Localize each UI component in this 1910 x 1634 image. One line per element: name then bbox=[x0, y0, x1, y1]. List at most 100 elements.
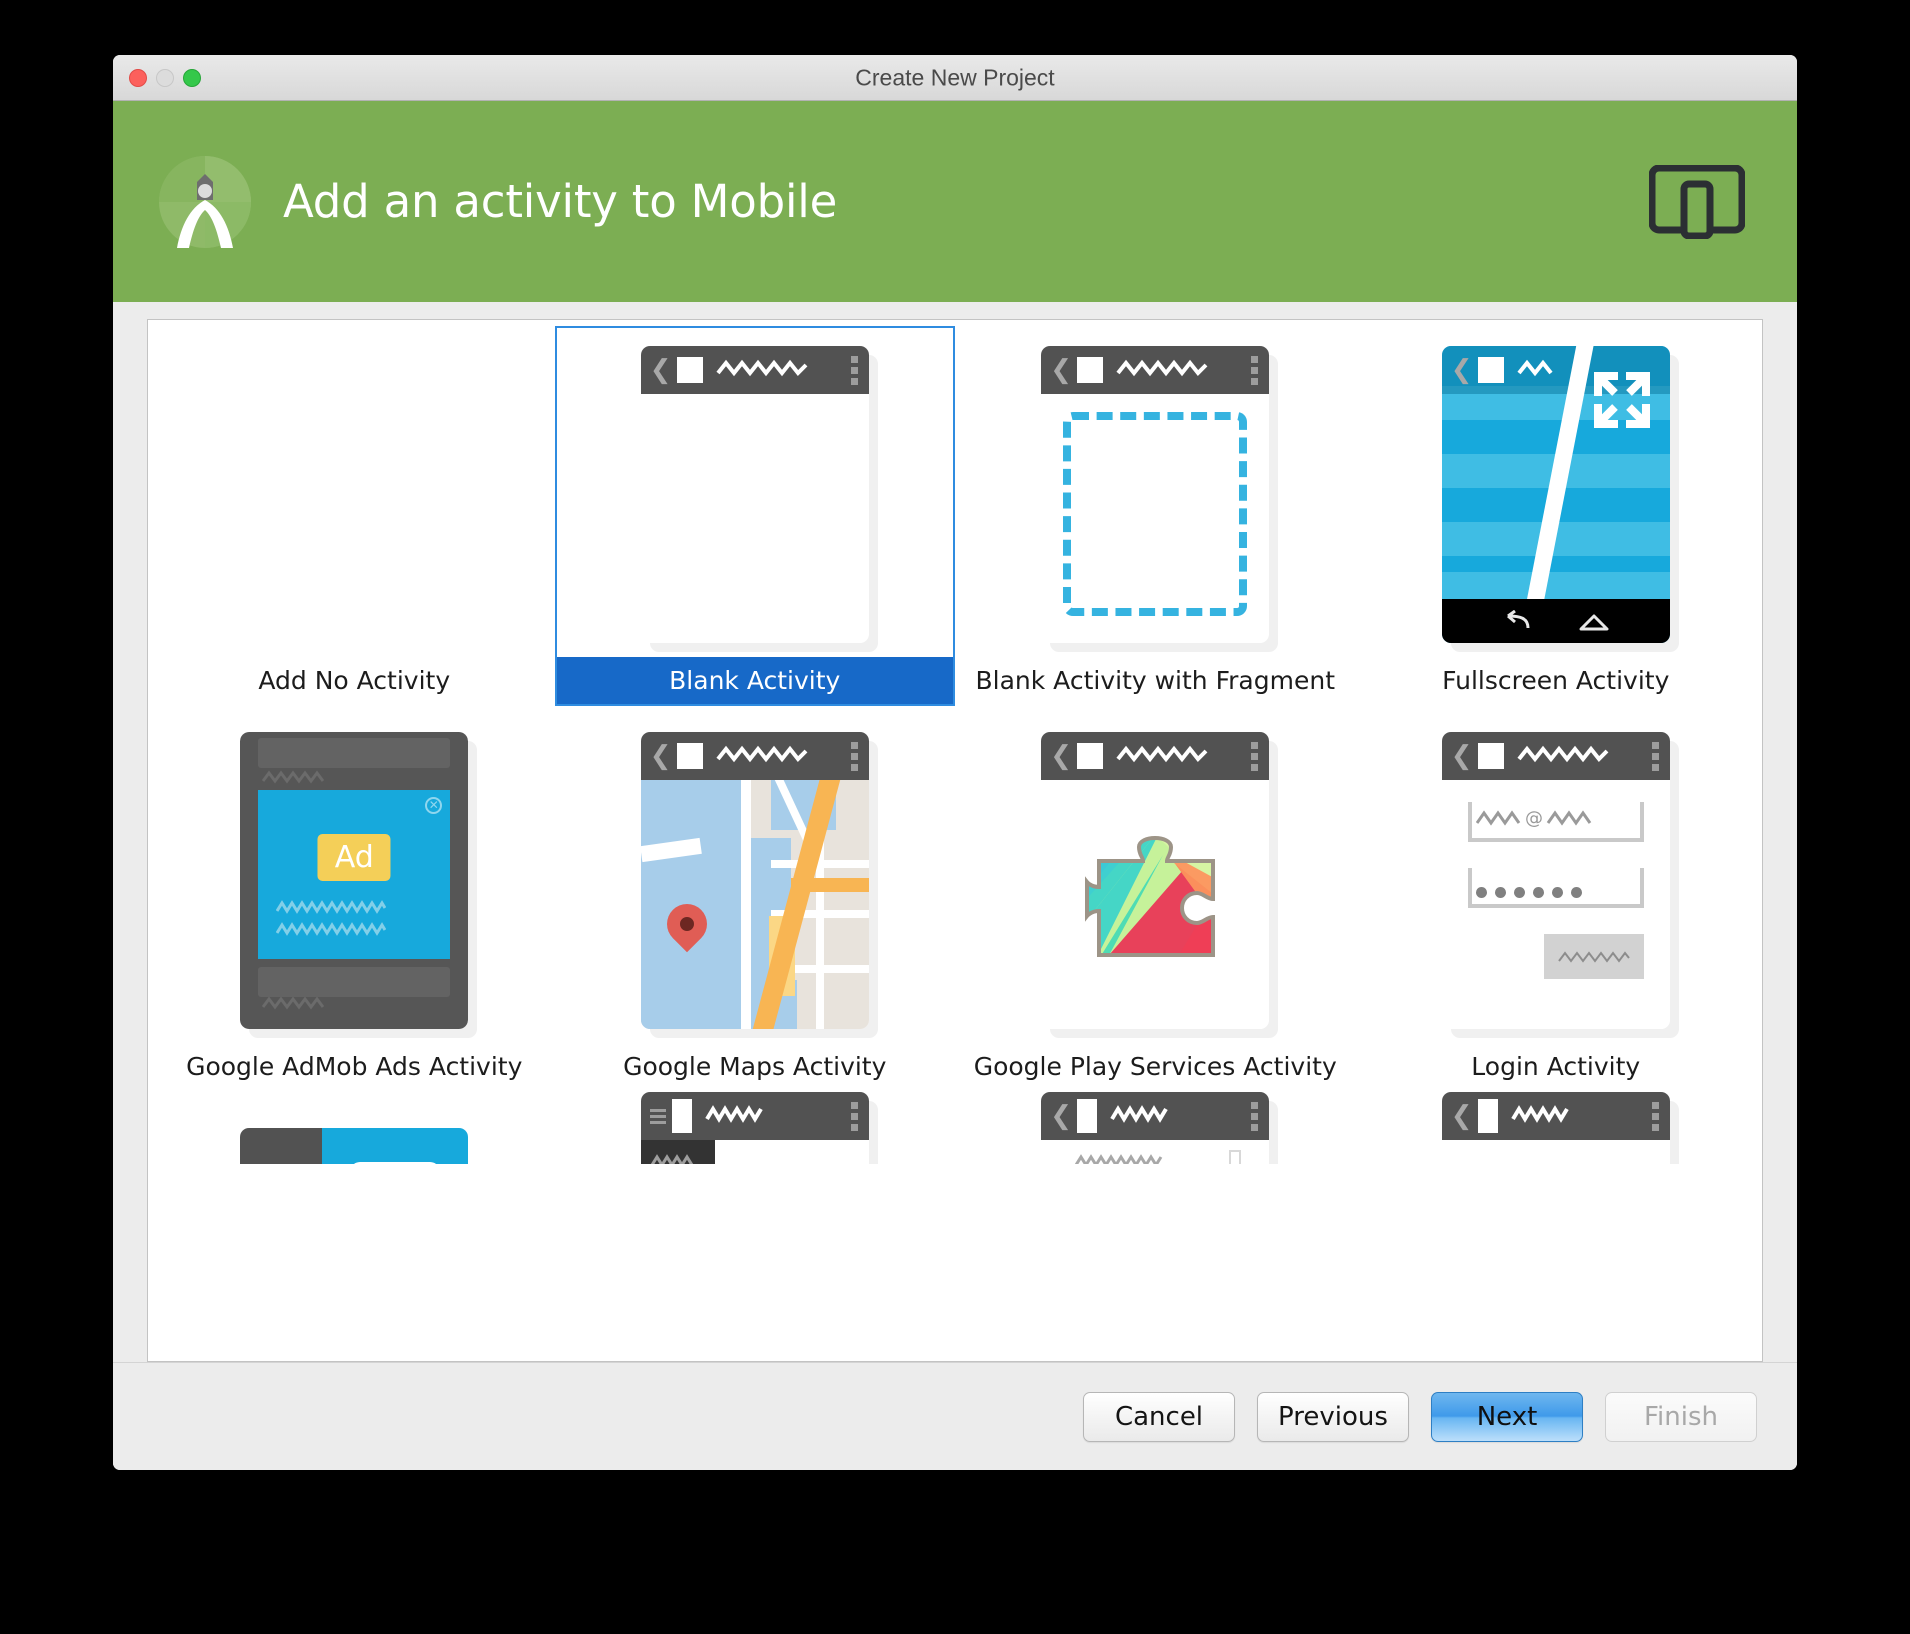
back-chevron-icon: ❮ bbox=[1050, 1101, 1073, 1131]
zigzag-icon bbox=[1075, 1154, 1163, 1164]
activity-tile-blank-activity-with-fragment[interactable]: ❮ Blank Activity with Fragment bbox=[955, 326, 1356, 706]
activity-tile-fullscreen-activity[interactable]: ❮ Fullscreen Activity bbox=[1356, 326, 1757, 706]
login-form-preview: @ bbox=[1441, 780, 1670, 1029]
email-placeholder-icon: @ bbox=[1475, 808, 1598, 832]
phone-screen: ❮ bbox=[1041, 346, 1270, 643]
previous-button[interactable]: Previous bbox=[1257, 1391, 1409, 1442]
app-icon-placeholder bbox=[1077, 743, 1104, 769]
wizard-body: Add No Activity ❮ Blank Activity ❮ Blank… bbox=[113, 302, 1797, 1362]
overflow-menu-icon bbox=[1251, 1101, 1259, 1131]
activity-template-gallery[interactable]: Add No Activity ❮ Blank Activity ❮ Blank… bbox=[147, 319, 1763, 1362]
app-bar: ❮ bbox=[640, 732, 869, 780]
overflow-menu-icon bbox=[1251, 741, 1259, 771]
thumb-blank-activity: ❮ bbox=[555, 332, 956, 657]
ad-interstitial: ✕ Ad bbox=[258, 790, 451, 959]
overflow-menu-icon bbox=[1651, 1101, 1659, 1131]
app-icon-placeholder bbox=[1077, 357, 1104, 383]
activity-tile-tabbed-activity[interactable]: ❮ bbox=[1356, 1092, 1757, 1164]
activity-tile-label: Blank Activity with Fragment bbox=[975, 666, 1336, 695]
activity-tile-label: Add No Activity bbox=[258, 666, 451, 695]
activity-tile-google-play-services-activity[interactable]: ❮ Google Play Services Activity bbox=[955, 712, 1356, 1092]
app-bar: ❮ bbox=[1441, 1092, 1670, 1140]
activity-grid-row-3-partial: ❮ ❮ bbox=[148, 1092, 1762, 1164]
password-field[interactable] bbox=[1467, 868, 1644, 908]
phone-screen: ❮ bbox=[640, 732, 869, 1029]
fragment-placeholder-outline bbox=[1063, 412, 1248, 616]
back-arrow-icon bbox=[1506, 610, 1530, 629]
activity-tile-blank-activity[interactable]: ❮ Blank Activity bbox=[554, 326, 956, 706]
thumb-admob: ✕ Ad bbox=[154, 718, 555, 1043]
thumb-play-services: ❮ bbox=[955, 718, 1356, 1043]
activity-tile-add-no-activity[interactable]: Add No Activity bbox=[154, 326, 555, 706]
back-chevron-icon: ❮ bbox=[1450, 355, 1473, 385]
window-titlebar[interactable]: Create New Project bbox=[113, 55, 1797, 101]
thumb-maps: ❮ bbox=[555, 718, 956, 1043]
checkbox-icon[interactable] bbox=[1229, 1150, 1242, 1164]
app-icon-placeholder bbox=[1477, 743, 1504, 769]
zigzag-icon bbox=[275, 900, 387, 919]
back-chevron-icon: ❮ bbox=[1050, 741, 1073, 771]
back-chevron-icon: ❮ bbox=[1450, 741, 1473, 771]
password-dots bbox=[1475, 887, 1582, 898]
title-zigzag-icon bbox=[705, 1104, 765, 1128]
phone-preview: ✕ Ad bbox=[240, 732, 478, 1038]
navigation-bar bbox=[1441, 599, 1670, 643]
app-icon-placeholder bbox=[1477, 1099, 1498, 1133]
activity-tile-label: Google Maps Activity bbox=[623, 1052, 887, 1081]
activity-tile-google-admob-ads-activity[interactable]: ✕ Ad Google AdMob Ads Activity bbox=[154, 712, 555, 1092]
activity-grid-row-1: Add No Activity ❮ Blank Activity ❮ Blank… bbox=[148, 320, 1762, 706]
phone-screen: ✕ Ad bbox=[240, 732, 469, 1029]
title-zigzag-icon bbox=[1116, 745, 1208, 768]
back-chevron-icon: ❮ bbox=[649, 355, 672, 385]
phone-screen: ❮ bbox=[640, 346, 869, 643]
map-preview bbox=[640, 780, 869, 1029]
app-icon-placeholder bbox=[1477, 357, 1504, 383]
app-bar: ❮ bbox=[1041, 346, 1270, 394]
close-ad-icon[interactable]: ✕ bbox=[425, 797, 443, 814]
activity-tile-settings-activity[interactable]: ❮ bbox=[955, 1092, 1356, 1164]
svg-text:@: @ bbox=[1525, 809, 1543, 827]
dimmed-bottom-bar bbox=[258, 967, 451, 997]
activity-tile-master-detail-flow[interactable] bbox=[154, 1092, 555, 1164]
activity-tile-label: Google AdMob Ads Activity bbox=[186, 1052, 523, 1081]
overflow-menu-icon bbox=[850, 355, 858, 385]
wizard-button-bar: Cancel Previous Next Finish bbox=[113, 1362, 1797, 1470]
title-zigzag-icon bbox=[715, 745, 808, 768]
activity-tile-label: Fullscreen Activity bbox=[1442, 666, 1670, 695]
overflow-menu-icon bbox=[1251, 355, 1259, 385]
activity-tile-login-activity[interactable]: ❮ @ Login Activity bbox=[1356, 712, 1757, 1092]
zigzag-icon bbox=[275, 922, 387, 941]
window-title: Create New Project bbox=[855, 64, 1055, 90]
activity-tile-navigation-drawer-activity[interactable] bbox=[555, 1092, 956, 1164]
activity-tile-label: Google Play Services Activity bbox=[973, 1052, 1337, 1081]
title-zigzag-icon bbox=[1116, 359, 1208, 382]
phone-screen: ❮ bbox=[1041, 732, 1270, 1029]
app-icon-placeholder bbox=[676, 357, 703, 383]
play-services-puzzle-icon bbox=[1041, 780, 1270, 1029]
phone-screen: ❮ bbox=[1441, 732, 1670, 1029]
title-zigzag-icon bbox=[1110, 1104, 1170, 1128]
overflow-menu-icon bbox=[1651, 741, 1659, 771]
mobile-and-tablet-icon bbox=[1648, 164, 1746, 239]
home-icon bbox=[1579, 614, 1609, 631]
phone-preview: ❮ bbox=[1041, 732, 1279, 1038]
activity-grid-row-2: ✕ Ad Google AdMob Ads Activity ❮ Google … bbox=[148, 706, 1762, 1092]
title-zigzag-icon bbox=[715, 359, 808, 382]
title-zigzag-icon bbox=[1516, 359, 1557, 382]
title-zigzag-icon bbox=[1516, 745, 1609, 768]
zigzag-icon bbox=[262, 996, 325, 1015]
hamburger-menu-icon bbox=[649, 1108, 666, 1124]
phone-preview: ❮ bbox=[1441, 346, 1679, 652]
activity-tile-label: Login Activity bbox=[1471, 1052, 1641, 1081]
email-field[interactable]: @ bbox=[1467, 802, 1644, 842]
cancel-button[interactable]: Cancel bbox=[1083, 1391, 1235, 1442]
sign-in-button[interactable] bbox=[1543, 934, 1644, 979]
app-bar bbox=[640, 1092, 869, 1140]
activity-tile-google-maps-activity[interactable]: ❮ Google Maps Activity bbox=[555, 712, 956, 1092]
thumb-blank-activity-fragment: ❮ bbox=[955, 332, 1356, 657]
next-button[interactable]: Next bbox=[1431, 1391, 1583, 1442]
thumb-empty bbox=[154, 332, 555, 657]
back-chevron-icon: ❮ bbox=[1050, 355, 1073, 385]
app-icon-placeholder bbox=[671, 1099, 692, 1133]
phone-screen: ❮ bbox=[1441, 346, 1670, 643]
